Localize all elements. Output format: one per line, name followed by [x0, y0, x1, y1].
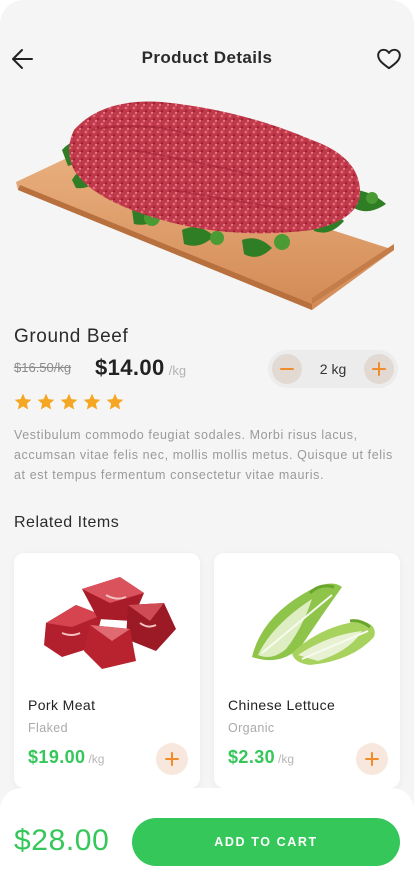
- header: Product Details: [0, 40, 414, 76]
- product-details-screen: Product Details Ground Beef $16.50/kg $1…: [0, 0, 414, 896]
- related-item-name: Pork Meat: [28, 697, 96, 713]
- price-unit: /kg: [168, 363, 187, 378]
- related-item-subtitle: Organic: [228, 721, 275, 735]
- add-to-cart-button[interactable]: ADD TO CART: [132, 818, 400, 866]
- star-icon: [14, 393, 32, 410]
- related-item-card[interactable]: Chinese Lettuce Organic $2.30 /kg: [214, 553, 400, 788]
- star-icon: [37, 393, 55, 410]
- product-name: Ground Beef: [14, 326, 129, 347]
- old-price: $16.50/kg: [14, 360, 72, 375]
- add-related-item-button[interactable]: [356, 743, 388, 775]
- product-image: [16, 101, 394, 310]
- pork-meat-image: [44, 577, 176, 669]
- chinese-lettuce-image: [252, 583, 375, 665]
- related-items-title: Related Items: [14, 514, 120, 531]
- favorite-button[interactable]: [376, 46, 402, 72]
- related-item-price: $2.30: [228, 747, 276, 767]
- related-item-subtitle: Flaked: [28, 721, 68, 735]
- increase-quantity-button[interactable]: [364, 354, 394, 384]
- star-icon: [83, 393, 101, 410]
- add-related-item-button[interactable]: [156, 743, 188, 775]
- related-item-unit: /kg: [278, 752, 295, 766]
- related-item-unit: /kg: [88, 752, 105, 766]
- heart-icon: [377, 48, 401, 70]
- related-item-price: $19.00: [28, 747, 86, 767]
- checkout-bar: $28.00 ADD TO CART: [0, 788, 414, 896]
- product-price: $14.00: [95, 355, 165, 380]
- quantity-stepper: 2 kg: [268, 350, 398, 388]
- related-item-name: Chinese Lettuce: [228, 697, 336, 713]
- price-row: $14.00 /kg: [95, 355, 186, 381]
- related-item-price-row: $2.30 /kg: [228, 747, 294, 768]
- page-title: Product Details: [141, 48, 273, 67]
- related-item-card[interactable]: Pork Meat Flaked $19.00 /kg: [14, 553, 200, 788]
- star-icon: [106, 393, 124, 410]
- total-price: $28.00: [14, 824, 110, 857]
- plus-icon: [365, 752, 379, 766]
- star-icon: [60, 393, 78, 410]
- related-item-price-row: $19.00 /kg: [28, 747, 104, 768]
- rating-stars: [13, 392, 125, 412]
- product-description: Vestibulum commodo feugiat sodales. Morb…: [14, 428, 393, 482]
- plus-icon: [165, 752, 179, 766]
- plus-icon: [372, 362, 386, 376]
